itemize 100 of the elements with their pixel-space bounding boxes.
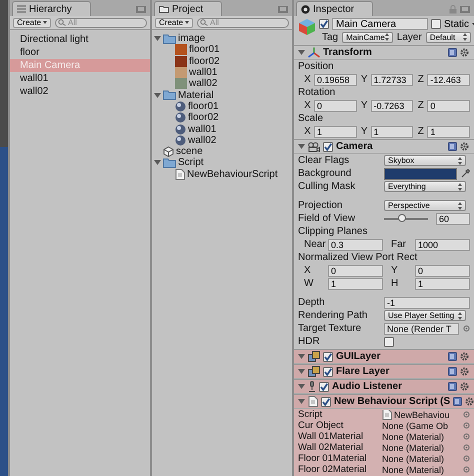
number-field[interactable]: 1000 <box>415 238 470 250</box>
gear-icon[interactable] <box>460 142 469 151</box>
tree-item[interactable]: wall01 <box>188 124 216 135</box>
tree-item[interactable]: Script <box>178 157 204 168</box>
tree-item[interactable]: wall01 <box>189 67 218 78</box>
hierarchy-item[interactable]: wall01 <box>10 72 150 85</box>
number-field[interactable]: 0 <box>427 100 470 112</box>
component-header[interactable]: Transform <box>294 46 474 60</box>
name-field[interactable]: Main Camera <box>332 18 428 30</box>
panel-tab[interactable]: Inspector <box>296 1 374 16</box>
number-field[interactable]: 1 <box>370 126 414 138</box>
fold-arrow[interactable] <box>154 35 161 42</box>
axis-label: Y <box>360 100 368 111</box>
dropdown[interactable]: MainCame <box>342 32 393 42</box>
tree-item[interactable]: wall02 <box>189 78 218 90</box>
tree-item[interactable]: floor02 <box>188 112 219 124</box>
dropdown[interactable]: Default <box>426 32 471 42</box>
help-book-icon[interactable] <box>448 48 457 57</box>
create-button[interactable]: Create <box>13 18 52 28</box>
hierarchy-item[interactable]: Directional light <box>10 33 150 46</box>
search-field[interactable]: All <box>197 18 289 28</box>
dropdown[interactable]: Perspective <box>384 200 466 211</box>
component-header[interactable]: Flare Layer <box>294 365 474 379</box>
dropdown[interactable]: Use Player Setting <box>384 310 466 321</box>
number-field[interactable]: 0.19658 <box>314 74 357 86</box>
tree-item[interactable]: NewBehaviourScript <box>187 168 278 180</box>
tree-item[interactable]: Material <box>178 90 214 101</box>
checkbox[interactable] <box>323 352 333 362</box>
tree-item[interactable]: floor02 <box>189 56 220 67</box>
object-field[interactable]: None (Material) <box>380 432 459 442</box>
component-header[interactable]: New Behaviour Script (S <box>294 395 474 409</box>
checkbox[interactable] <box>319 19 329 29</box>
number-field[interactable]: 1 <box>328 278 383 290</box>
slider-thumb[interactable] <box>398 214 406 222</box>
component-header[interactable]: GUILayer <box>294 350 474 364</box>
checkbox[interactable] <box>321 396 331 406</box>
object-field[interactable]: NewBehaviou <box>380 410 459 420</box>
tree-item[interactable]: wall02 <box>188 134 216 146</box>
fold-arrow[interactable] <box>298 368 305 375</box>
property-label: Field of View <box>298 213 356 224</box>
search-field[interactable]: All <box>55 18 147 28</box>
fold-arrow[interactable] <box>298 353 305 360</box>
eyedropper-icon[interactable] <box>461 169 470 178</box>
property-label: HDR <box>298 336 321 347</box>
panel-menu-icon[interactable] <box>460 6 470 12</box>
number-field[interactable]: 0 <box>328 264 383 276</box>
create-button[interactable]: Create <box>155 18 194 28</box>
number-field[interactable]: 0 <box>415 264 470 276</box>
hierarchy-item[interactable]: wall02 <box>10 85 150 98</box>
tree-item[interactable]: scene <box>176 146 203 158</box>
component-title: GUILayer <box>336 351 382 362</box>
object-field[interactable]: None (Game Ob <box>380 420 459 430</box>
tree-item[interactable]: floor01 <box>188 100 219 112</box>
fold-arrow[interactable] <box>298 398 305 405</box>
fold-arrow[interactable] <box>154 159 161 166</box>
panel-tab[interactable]: Project <box>154 1 222 16</box>
number-field[interactable]: 60 <box>436 212 470 224</box>
property-label: Clear Flags <box>298 155 350 166</box>
tree-item[interactable]: image <box>178 33 206 44</box>
dropdown[interactable]: Everything <box>384 181 466 192</box>
fold-arrow[interactable] <box>298 49 305 56</box>
listener-icon <box>308 381 316 392</box>
component-header[interactable]: Camera <box>294 140 474 154</box>
checkbox[interactable] <box>384 336 394 346</box>
number-field[interactable]: -1 <box>384 296 470 308</box>
number-field[interactable]: -0.7263 <box>370 100 414 112</box>
property-label: Projection <box>298 200 344 211</box>
number-field[interactable]: 1 <box>314 126 357 138</box>
number-field[interactable]: 0 <box>314 100 357 112</box>
panel-menu-icon[interactable] <box>278 6 288 12</box>
static-dropdown[interactable]: Static <box>444 18 474 30</box>
fold-arrow[interactable] <box>298 383 305 390</box>
component-header[interactable]: Audio Listener <box>294 380 474 394</box>
number-field[interactable]: 1 <box>427 126 470 138</box>
property-label: Rendering Path <box>298 310 368 321</box>
hierarchy-item[interactable]: floor <box>10 46 150 59</box>
help-book-icon[interactable] <box>448 142 457 151</box>
panel-menu-icon[interactable] <box>136 6 146 12</box>
object-field[interactable]: None (Material) <box>380 454 459 464</box>
object-field[interactable]: None (Material) <box>380 464 459 474</box>
checkbox[interactable] <box>319 382 329 392</box>
layers-icon <box>308 366 320 377</box>
dropdown[interactable]: Skybox <box>384 155 466 166</box>
checkbox[interactable] <box>323 366 333 376</box>
checkbox[interactable] <box>431 19 441 29</box>
object-picker-icon[interactable] <box>463 325 470 332</box>
fold-arrow[interactable] <box>154 92 161 99</box>
number-field[interactable]: 1.72733 <box>370 74 414 86</box>
property-label: Script <box>298 409 324 420</box>
object-field[interactable]: None (Material) <box>380 442 459 452</box>
object-field[interactable]: None (Render T <box>384 322 459 334</box>
number-field[interactable]: 0.3 <box>328 238 383 250</box>
tree-item[interactable]: floor01 <box>189 44 220 56</box>
gear-icon[interactable] <box>460 48 469 57</box>
color-field[interactable] <box>384 168 457 180</box>
number-field[interactable]: 1 <box>415 278 470 290</box>
checkbox[interactable] <box>323 142 333 152</box>
fold-arrow[interactable] <box>298 143 305 150</box>
number-field[interactable]: -12.463 <box>427 74 470 86</box>
panel-tab[interactable]: Hierarchy <box>12 1 91 16</box>
